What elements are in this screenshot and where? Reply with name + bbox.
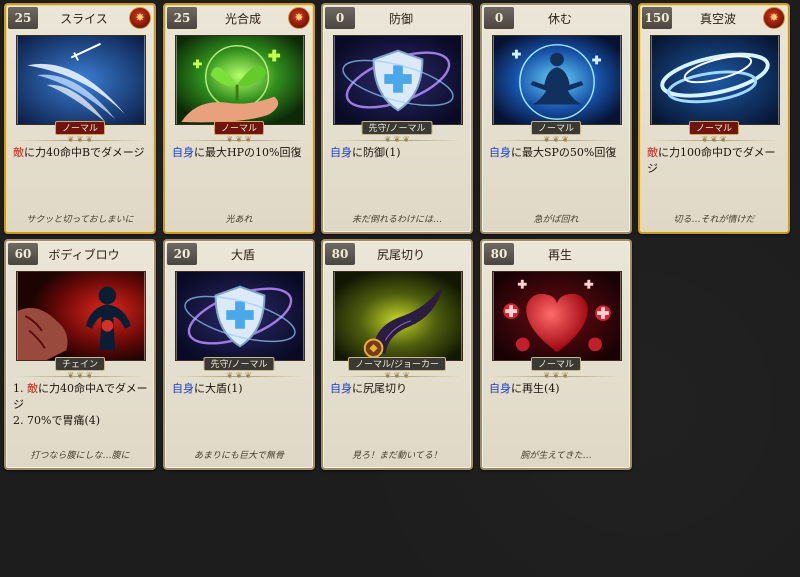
description-text: に最大HPの10%回復 [194, 146, 302, 159]
card-name: 真空波 [699, 12, 736, 26]
card-type-tag: ノーマル [530, 121, 582, 135]
card-grid: 25 スライス ✸ ノーマル ❦ ❦ ❦ 敵に力40命中Bでダメージ サクッと切っておしまい… [4, 3, 796, 473]
description-text: に最大SPの50%回復 [511, 146, 617, 159]
target-self-keyword: 自身 [489, 146, 511, 159]
card-description: 敵に力100命中Dでダメージ [647, 145, 782, 177]
target-self-keyword: 自身 [172, 382, 194, 395]
shield-art [175, 271, 305, 361]
card-name: 大盾 [230, 248, 255, 262]
description-text: 2. 70%で胃痛(4) [13, 414, 101, 427]
ornament-icon: ❦ ❦ ❦ [67, 135, 93, 144]
card-name: 光合成 [224, 12, 261, 26]
target-enemy-keyword: 敵 [13, 146, 24, 159]
card-description: 1. 敵に力40命中Aでダメージ 2. 70%で胃痛(4) [13, 381, 148, 429]
card-description: 敵に力40命中Bでダメージ [13, 145, 148, 161]
card-name: 防御 [388, 12, 413, 26]
description-text: に再生(4) [511, 382, 560, 395]
card-type-tag: チェイン [54, 357, 106, 371]
ornament-icon: ❦ ❦ ❦ [701, 135, 727, 144]
body-blow-art [16, 271, 146, 361]
card-cost: 0 [484, 7, 514, 29]
card-name: スライス [60, 12, 108, 26]
card-name: 休む [547, 12, 572, 26]
card-flavor-text: 未だ倒れるわけには… [351, 215, 442, 225]
skill-card[interactable]: 0 防御 先守/ノーマル ❦ ❦ ❦ 自身に防御(1) 未だ倒れるわけには… [321, 3, 473, 234]
card-cost: 20 [167, 243, 197, 265]
ornament-icon: ❦ ❦ ❦ [226, 371, 252, 380]
card-flavor-text: 腕が生えてきた… [520, 451, 592, 461]
card-flavor-text: 打つなら腹にしな…腹に [30, 451, 130, 461]
card-type-tag: 先守/ノーマル [203, 357, 275, 371]
card-description: 自身に再生(4) [489, 381, 624, 397]
ornament-icon: ❦ ❦ ❦ [384, 135, 410, 144]
heart-regen-art [492, 271, 622, 361]
target-self-keyword: 自身 [172, 146, 194, 159]
target-self-keyword: 自身 [330, 146, 352, 159]
card-cost: 80 [325, 243, 355, 265]
card-type-tag: ノーマル/ジョーカー [347, 357, 447, 371]
ornament-icon: ❦ ❦ ❦ [67, 371, 93, 380]
tail-art [333, 271, 463, 361]
meditate-art [492, 35, 622, 125]
card-cost: 0 [325, 7, 355, 29]
card-cost: 60 [8, 243, 38, 265]
burst-emblem-icon: ✸ [763, 7, 785, 29]
skill-card[interactable]: 60 ボディブロウチェイン ❦ ❦ ❦ 1. 敵に力40命中Aでダメージ 2. 70%で… [4, 239, 156, 470]
card-type-tag: ノーマル [54, 121, 106, 135]
description-text: に大盾(1) [194, 382, 243, 395]
card-type-tag: ノーマル [213, 121, 265, 135]
ornament-icon: ❦ ❦ ❦ [226, 135, 252, 144]
description-text: に防御(1) [352, 146, 401, 159]
shield-art [333, 35, 463, 125]
card-flavor-text: 切る…それが情けだ [673, 215, 755, 225]
skill-card[interactable]: 25 光合成 ✸ ノーマル ❦ ❦ ❦ 自身に最大HPの10%回復 光あれ [163, 3, 315, 234]
card-type-tag: ノーマル [530, 357, 582, 371]
card-cost: 25 [167, 7, 197, 29]
card-flavor-text: 急がば回れ [533, 215, 579, 225]
card-name: 尻尾切り [376, 248, 425, 262]
sword-slash-art [16, 35, 146, 125]
card-description: 自身に大盾(1) [172, 381, 307, 397]
skill-card[interactable]: 20 大盾 先守/ノーマル ❦ ❦ ❦ 自身に大盾(1) あまりにも巨大で無骨 [163, 239, 315, 470]
description-text: に尻尾切り [352, 382, 407, 395]
card-cost: 150 [642, 7, 672, 29]
target-self-keyword: 自身 [330, 382, 352, 395]
ornament-icon: ❦ ❦ ❦ [543, 371, 569, 380]
description-text: 1. [13, 382, 27, 395]
card-name: 再生 [547, 248, 572, 262]
skill-card[interactable]: 80 再生 ノーマル ❦ ❦ ❦ 自身に再生(4) 腕が生えてきた… [480, 239, 632, 470]
skill-card[interactable]: 0 休む ノーマル ❦ ❦ ❦ 自身に最大SPの50%回復 急がば回れ [480, 3, 632, 234]
target-enemy-keyword: 敵 [647, 146, 658, 159]
sprout-hand-art [175, 35, 305, 125]
burst-emblem-icon: ✸ [288, 7, 310, 29]
target-enemy-keyword: 敵 [27, 382, 38, 395]
card-cost: 80 [484, 243, 514, 265]
card-description: 自身に尻尾切り [330, 381, 465, 397]
card-name: ボディブロウ [48, 248, 120, 262]
vacuum-wave-art [650, 35, 780, 125]
skill-card[interactable]: 80 尻尾切り ノーマル/ジョーカー ❦ ❦ ❦ 自身に尻尾切り 見ろ！まだ動いてる！ [321, 239, 473, 470]
description-text: に力100命中Dでダメージ [647, 146, 776, 175]
card-cost: 25 [8, 7, 38, 29]
card-flavor-text: 見ろ！まだ動いてる！ [352, 451, 442, 461]
description-text: に力40命中Bでダメージ [24, 146, 145, 159]
card-flavor-text: あまりにも巨大で無骨 [193, 451, 284, 461]
card-description: 自身に防御(1) [330, 145, 465, 161]
card-flavor-text: サクッと切っておしまいに [26, 215, 134, 225]
card-flavor-text: 光あれ [225, 215, 253, 225]
burst-emblem-icon: ✸ [129, 7, 151, 29]
target-self-keyword: 自身 [489, 382, 511, 395]
ornament-icon: ❦ ❦ ❦ [384, 371, 410, 380]
ornament-icon: ❦ ❦ ❦ [543, 135, 569, 144]
card-type-tag: ノーマル [688, 121, 740, 135]
card-description: 自身に最大SPの50%回復 [489, 145, 624, 161]
card-description: 自身に最大HPの10%回復 [172, 145, 307, 161]
card-type-tag: 先守/ノーマル [361, 121, 433, 135]
skill-card[interactable]: 150 真空波 ✸ ノーマル ❦ ❦ ❦ 敵に力100命中Dでダメージ 切る…それが情けだ [638, 3, 790, 234]
skill-card[interactable]: 25 スライス ✸ ノーマル ❦ ❦ ❦ 敵に力40命中Bでダメージ サクッと切っておしまい… [4, 3, 156, 234]
